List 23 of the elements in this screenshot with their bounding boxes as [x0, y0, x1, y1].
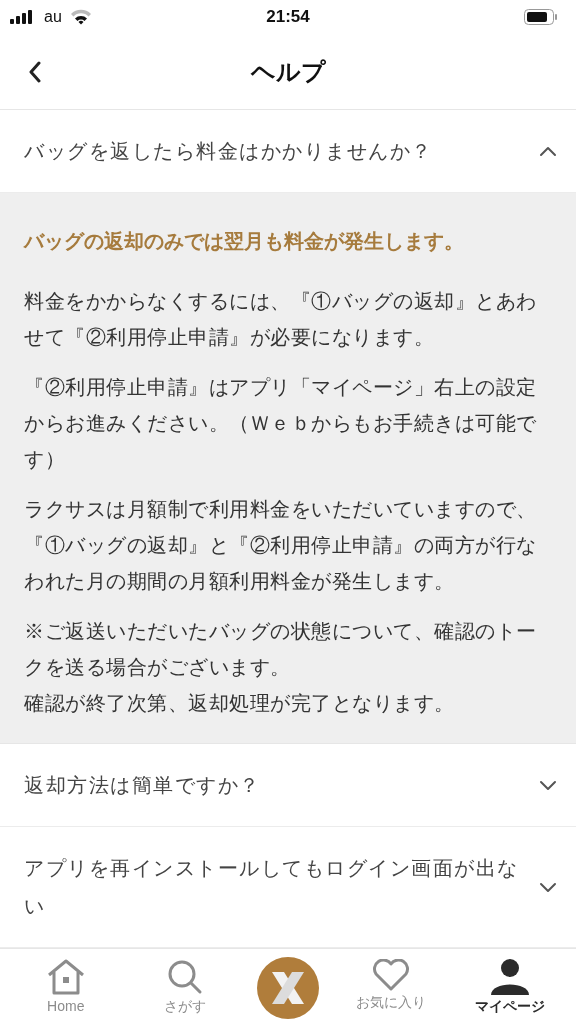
battery-icon [524, 9, 558, 25]
heart-icon [371, 959, 410, 991]
chevron-down-icon [538, 778, 558, 792]
wifi-icon [69, 9, 92, 25]
answer-text: 料金をかからなくするには、『①バッグの返却』とあわせて『②利用停止申請』が必要になります。 [24, 289, 538, 350]
carrier-name: au [44, 7, 62, 27]
answer-text: 確認が終了次第、返却処理が完了となります。 [24, 691, 456, 716]
tab-item[interactable]: マイページ [462, 949, 559, 1019]
person-icon [490, 959, 531, 995]
chevron-down-icon [538, 880, 558, 894]
chevron-left-icon [28, 61, 42, 83]
logo-icon [270, 972, 306, 1004]
tab-item[interactable]: さがす [137, 949, 234, 1019]
page-title: ヘルプ [250, 56, 326, 87]
answer-headline: バッグの返却のみでは翌月も料金が発生します。 [24, 229, 465, 254]
answer-text: ※ご返送いただいたバッグの状態について、確認のトークを送る場合がございます。 [24, 619, 538, 680]
answer-text: ラクサスは月額制で利用料金をいただいていますので、『①バッグの返却』と『②利用停止申請』の両方が行なわれた月の期間の月額利用料金が発生します。 [24, 497, 538, 594]
question-row[interactable]: 返却方法は簡単ですか？ [0, 744, 576, 827]
status-time: 21:54 [266, 6, 310, 29]
search-icon [167, 959, 204, 995]
tab-item[interactable]: お気に入り [342, 949, 439, 1019]
chevron-up-icon [538, 144, 558, 158]
answer-text: 『②利用停止申請』はアプリ「マイページ」右上の設定からお進みください。（Ｗｅｂからもお手続きは可能です） [24, 375, 538, 472]
